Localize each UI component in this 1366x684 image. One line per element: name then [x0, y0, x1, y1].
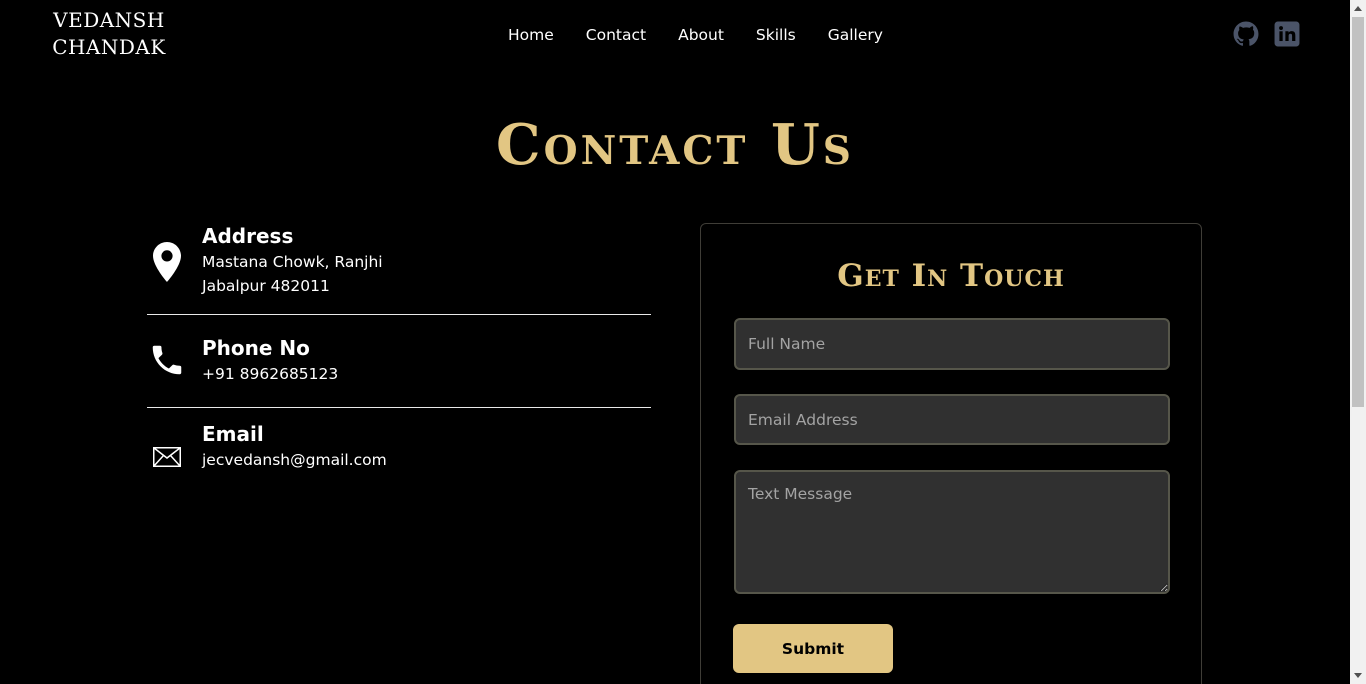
- address-line-2: Jabalpur 482011: [202, 277, 330, 295]
- social-links: [1233, 21, 1300, 47]
- scroll-down-arrow-icon[interactable]: [1350, 667, 1366, 684]
- nav-gallery[interactable]: Gallery: [812, 24, 899, 46]
- address-title: Address: [202, 224, 294, 248]
- email-input[interactable]: [734, 394, 1170, 445]
- nav-home[interactable]: Home: [492, 24, 570, 46]
- linkedin-icon[interactable]: [1274, 21, 1300, 47]
- nav-skills[interactable]: Skills: [740, 24, 812, 46]
- envelope-icon: [153, 447, 181, 467]
- phone-title: Phone No: [202, 336, 310, 360]
- form-title: Get In Touch: [837, 258, 1065, 294]
- scrollbar-thumb[interactable]: [1352, 17, 1364, 407]
- address-item: Address Mastana Chowk, Ranjhi Jabalpur 4…: [147, 222, 651, 314]
- email-title: Email: [202, 422, 264, 446]
- full-name-input[interactable]: [734, 318, 1170, 370]
- address-line-1: Mastana Chowk, Ranjhi: [202, 253, 383, 271]
- email-item: Email jecvedansh@gmail.com: [147, 408, 651, 472]
- contact-form-card: Get In Touch Submit: [700, 223, 1202, 684]
- contact-info: Address Mastana Chowk, Ranjhi Jabalpur 4…: [147, 222, 651, 472]
- phone-value: +91 8962685123: [202, 365, 339, 383]
- brand-line-1: VEDANSH: [53, 8, 165, 32]
- map-pin-icon: [153, 242, 181, 282]
- email-value[interactable]: jecvedansh@gmail.com: [202, 448, 387, 472]
- brand-logo[interactable]: VEDANSH CHANDAK: [40, 7, 178, 61]
- submit-button[interactable]: Submit: [733, 624, 893, 673]
- nav-about[interactable]: About: [662, 24, 740, 46]
- phone-icon: [152, 345, 182, 375]
- page-scrollbar[interactable]: [1350, 0, 1366, 684]
- brand-line-2: CHANDAK: [52, 35, 166, 59]
- nav-contact[interactable]: Contact: [570, 24, 662, 46]
- main-nav: Home Contact About Skills Gallery: [492, 24, 899, 46]
- message-textarea[interactable]: [734, 470, 1170, 594]
- github-icon[interactable]: [1233, 21, 1259, 47]
- scroll-up-arrow-icon[interactable]: [1350, 0, 1366, 17]
- phone-item: Phone No +91 8962685123: [147, 315, 651, 407]
- site-header: VEDANSH CHANDAK Home Contact About Skill…: [0, 0, 1350, 72]
- page-title: Contact Us: [496, 112, 854, 178]
